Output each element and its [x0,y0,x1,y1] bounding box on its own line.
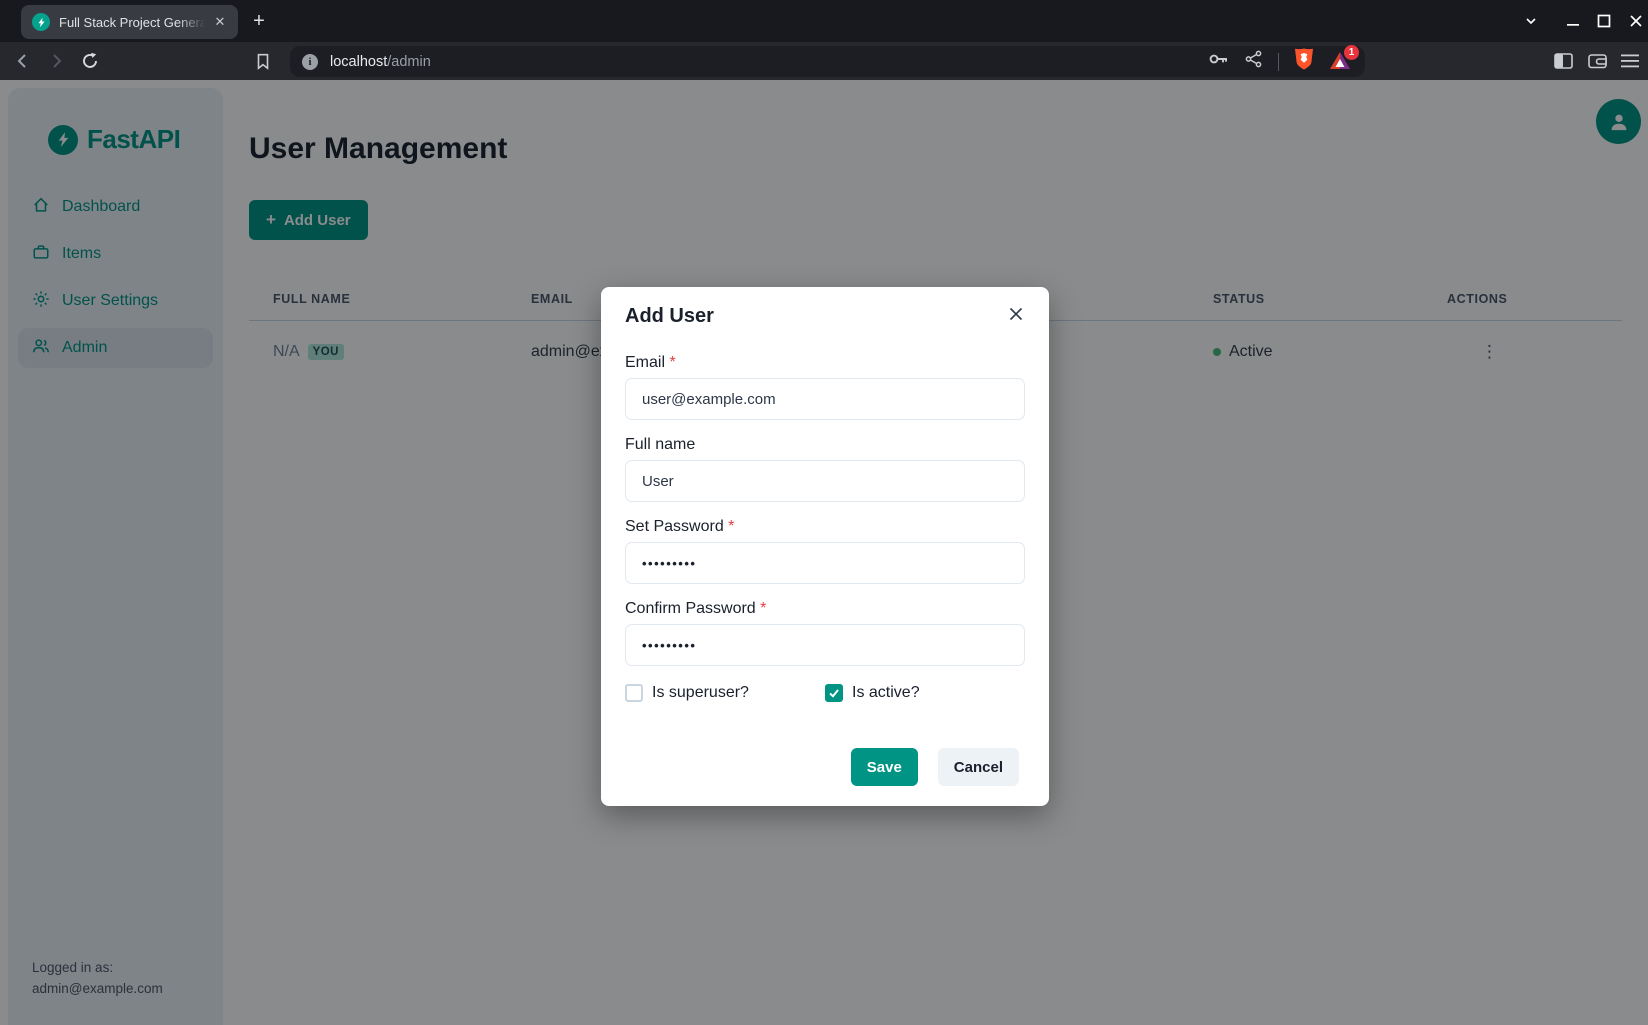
window-minimize-button[interactable] [1561,9,1585,33]
tab-title: Full Stack Project Genera [59,15,210,30]
modal-close-icon[interactable] [1003,301,1029,327]
wallet-icon[interactable] [1582,46,1612,76]
email-field[interactable] [625,378,1025,420]
new-tab-button[interactable]: + [244,7,274,37]
url-path: /admin [387,54,431,70]
email-field-group: Email * [625,354,1025,420]
window-close-button[interactable] [1624,9,1648,33]
url-bar[interactable]: i localhost/admin 1 [290,46,1365,77]
url-host: localhost [330,54,387,70]
set-password-field-group: Set Password * [625,518,1025,584]
required-asterisk: * [669,354,675,371]
required-asterisk: * [728,518,734,535]
required-asterisk: * [760,600,766,617]
full-name-label: Full name [625,436,1025,454]
email-label: Email * [625,354,1025,372]
modal-footer: Save Cancel [625,748,1025,786]
key-icon[interactable] [1208,50,1230,73]
share-icon[interactable] [1245,50,1263,73]
browser-toolbar: i localhost/admin 1 [0,42,1648,80]
rewards-count-badge: 1 [1344,45,1359,60]
browser-tab-strip: Full Stack Project Genera ✕ + [0,0,1648,42]
is-superuser-option[interactable]: Is superuser? [625,684,825,702]
sidebar-toggle-icon[interactable] [1548,46,1578,76]
tab-close-icon[interactable]: ✕ [210,12,230,32]
checkbox-row: Is superuser? Is active? [625,684,1025,702]
set-password-label: Set Password * [625,518,1025,536]
tab-search-chevron-icon[interactable] [1519,9,1543,33]
browser-tab[interactable]: Full Stack Project Genera ✕ [21,5,238,39]
is-superuser-label: Is superuser? [652,684,749,702]
site-info-icon[interactable]: i [302,54,318,70]
is-superuser-checkbox[interactable] [625,684,643,702]
back-icon[interactable] [8,46,38,76]
add-user-modal: Add User Email * Full name Set Password … [601,287,1049,806]
is-active-option[interactable]: Is active? [825,684,1025,702]
confirm-password-field[interactable] [625,624,1025,666]
save-button[interactable]: Save [851,748,918,786]
hamburger-menu-icon[interactable] [1615,46,1645,76]
is-active-label: Is active? [852,684,920,702]
page-viewport: FastAPI Dashboard Items User Settings Ad… [0,80,1648,1025]
full-name-field[interactable] [625,460,1025,502]
modal-title: Add User [625,305,1025,328]
brave-shield-icon[interactable] [1294,48,1314,75]
toolbar-divider [1278,53,1279,71]
reload-icon[interactable] [75,46,105,76]
set-password-field[interactable] [625,542,1025,584]
confirm-password-field-group: Confirm Password * [625,600,1025,666]
is-active-checkbox[interactable] [825,684,843,702]
confirm-password-label: Confirm Password * [625,600,1025,618]
window-maximize-button[interactable] [1592,9,1616,33]
bookmark-icon[interactable] [248,46,278,76]
fastapi-favicon-icon [32,13,50,31]
forward-icon[interactable] [41,46,71,76]
cancel-button[interactable]: Cancel [938,748,1019,786]
brave-rewards-icon[interactable]: 1 [1329,51,1353,73]
full-name-field-group: Full name [625,436,1025,502]
